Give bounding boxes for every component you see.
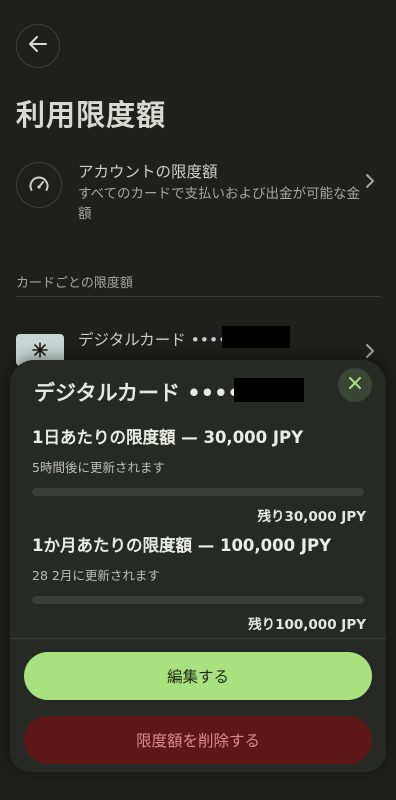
limits-bottom-sheet: デジタルカード •••• 1日あたりの限度額 — 30,000 JPY 5時間後… <box>10 360 386 772</box>
daily-limit-progress <box>32 488 364 496</box>
arrow-left-icon <box>27 33 49 59</box>
card-row-title: デジタルカード •••• <box>78 331 228 349</box>
daily-limit: 1日あたりの限度額 — 30,000 JPY 5時間後に更新されます 残り30,… <box>32 424 366 525</box>
daily-limit-remaining: 残り30,000 JPY <box>257 509 367 525</box>
monthly-limit: 1か月あたりの限度額 — 100,000 JPY 28 2月に更新されます 残り… <box>32 532 366 633</box>
monthly-limit-title: 1か月あたりの限度額 — 100,000 JPY <box>32 536 332 555</box>
sparkle-icon <box>32 342 48 358</box>
account-limit-row[interactable]: アカウントの限度額 すべてのカードで支払いおよび出金が可能な金額 <box>16 158 380 228</box>
account-limit-description: すべてのカードで支払いおよび出金が可能な金額 <box>78 186 361 222</box>
sheet-title: デジタルカード •••• <box>34 381 241 405</box>
redacted-card-number <box>234 378 304 402</box>
divider <box>16 296 380 297</box>
monthly-limit-progress <box>32 596 364 604</box>
monthly-limit-reset: 28 2月に更新されます <box>32 568 160 583</box>
daily-limit-reset: 5時間後に更新されます <box>32 460 165 475</box>
edit-button[interactable]: 編集する <box>24 652 372 700</box>
divider <box>10 638 386 639</box>
back-button[interactable] <box>16 24 60 68</box>
daily-limit-title: 1日あたりの限度額 — 30,000 JPY <box>32 428 304 447</box>
redacted-card-number <box>222 326 290 348</box>
close-icon <box>347 375 363 395</box>
screen: 利用限度額 アカウントの限度額 すべてのカードで支払いおよび出金が可能な金額 カ… <box>0 0 396 800</box>
gauge-icon <box>16 162 62 208</box>
account-limit-title: アカウントの限度額 <box>78 163 218 181</box>
chevron-right-icon <box>364 172 376 194</box>
section-label: カードごとの限度額 <box>16 276 133 291</box>
delete-limit-button[interactable]: 限度額を削除する <box>24 716 372 764</box>
close-button[interactable] <box>338 368 372 402</box>
page-title: 利用限度額 <box>16 98 167 132</box>
monthly-limit-remaining: 残り100,000 JPY <box>248 617 366 633</box>
